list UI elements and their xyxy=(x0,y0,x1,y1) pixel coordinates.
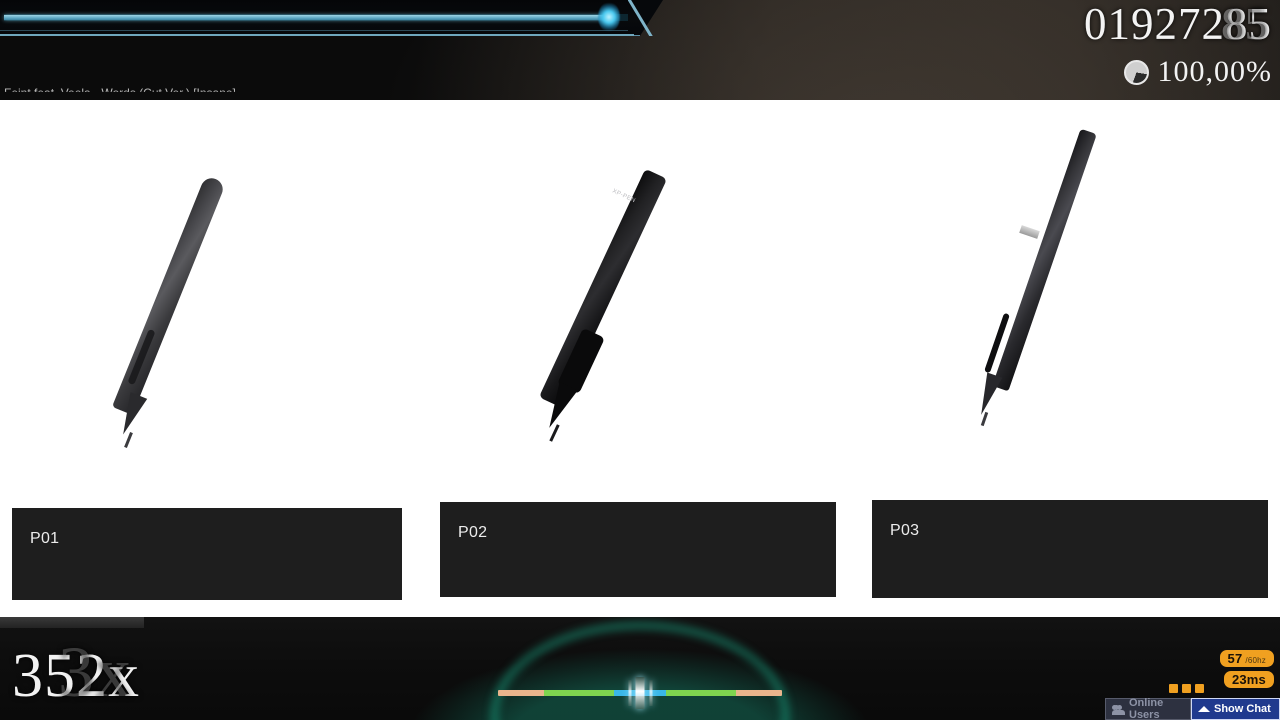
latency-counter: 23ms xyxy=(1223,671,1274,688)
bottom-gameplay-overlay: 3x 352x 57 /60hz 23ms xyxy=(0,617,1280,720)
fps-unit: /60hz xyxy=(1245,656,1266,665)
hit-error-tick-left xyxy=(628,680,632,706)
pen-silver-ring xyxy=(1019,225,1040,239)
beatmap-title: Feint feat. Veela - Words (Cut Ver.) [In… xyxy=(4,86,236,100)
progress-strip xyxy=(0,617,144,628)
accuracy-display: 100,00% xyxy=(1123,55,1273,89)
score-counter: 01927285 85 xyxy=(1084,0,1272,50)
fps-value: 57 xyxy=(1227,651,1243,666)
pen-tip xyxy=(973,372,1003,418)
accuracy-value: 100,00% xyxy=(1157,55,1272,88)
pen-body xyxy=(538,168,668,408)
product-label-1: P01 xyxy=(30,530,60,547)
hit-error-segment xyxy=(498,690,545,696)
combo-ghost: 3x xyxy=(58,632,132,712)
online-users-button[interactable]: Online Users xyxy=(1105,697,1191,720)
product-label-box-2[interactable]: P02 xyxy=(440,502,836,597)
users-icon xyxy=(1112,704,1125,715)
product-image-cell-3[interactable] xyxy=(852,100,1278,500)
black-pen-image: XP-PEN xyxy=(521,152,701,462)
health-bar-diagonal-edge xyxy=(628,0,662,36)
hit-error-tick-right xyxy=(649,680,653,706)
hit-error-segment xyxy=(665,690,736,696)
hit-error-indicator xyxy=(635,677,645,709)
combo-counter: 3x 352x xyxy=(12,632,140,712)
gray-stylus-pen-image xyxy=(96,158,266,458)
score-ghost-digits: 85 xyxy=(1221,0,1268,49)
taskbar: Online Users Show Chat xyxy=(1105,697,1280,720)
product-image-row: XP-PEN xyxy=(0,100,1280,500)
screen-root: 01927285 85 100,00% Feint feat. Veela - … xyxy=(0,0,1280,720)
health-bar-fill xyxy=(4,15,609,20)
fps-counter: 57 /60hz xyxy=(1219,650,1274,667)
health-bar xyxy=(0,0,663,40)
slim-pen-image xyxy=(952,116,1132,446)
pie-chart-icon xyxy=(1123,59,1149,85)
latency-value: 23ms xyxy=(1231,672,1266,687)
status-dots xyxy=(1169,684,1204,693)
product-label-box-3[interactable]: P03 xyxy=(872,500,1268,598)
product-label-box-1[interactable]: P01 xyxy=(12,508,402,600)
product-label-3: P03 xyxy=(890,522,920,539)
show-chat-button[interactable]: Show Chat xyxy=(1191,698,1280,720)
health-bar-inner-edge xyxy=(0,30,628,31)
performance-overlay: 57 /60hz 23ms xyxy=(1219,650,1274,688)
content-page: XP-PEN P01 P02 P03 xyxy=(0,100,1280,617)
health-bar-glow-marker xyxy=(598,2,620,32)
product-label-2: P02 xyxy=(458,524,488,541)
hit-error-segment xyxy=(735,690,782,696)
health-bar-bottom-edge xyxy=(0,34,634,36)
status-dot xyxy=(1182,684,1191,693)
product-image-cell-2[interactable]: XP-PEN xyxy=(426,100,852,500)
online-users-label: Online Users xyxy=(1129,697,1164,720)
pen-body xyxy=(992,128,1097,392)
show-chat-label: Show Chat xyxy=(1214,703,1271,715)
chevron-up-icon xyxy=(1198,706,1210,712)
hit-error-segment xyxy=(544,690,615,696)
product-image-cell-1[interactable] xyxy=(0,100,426,500)
status-dot xyxy=(1195,684,1204,693)
status-dot xyxy=(1169,684,1178,693)
